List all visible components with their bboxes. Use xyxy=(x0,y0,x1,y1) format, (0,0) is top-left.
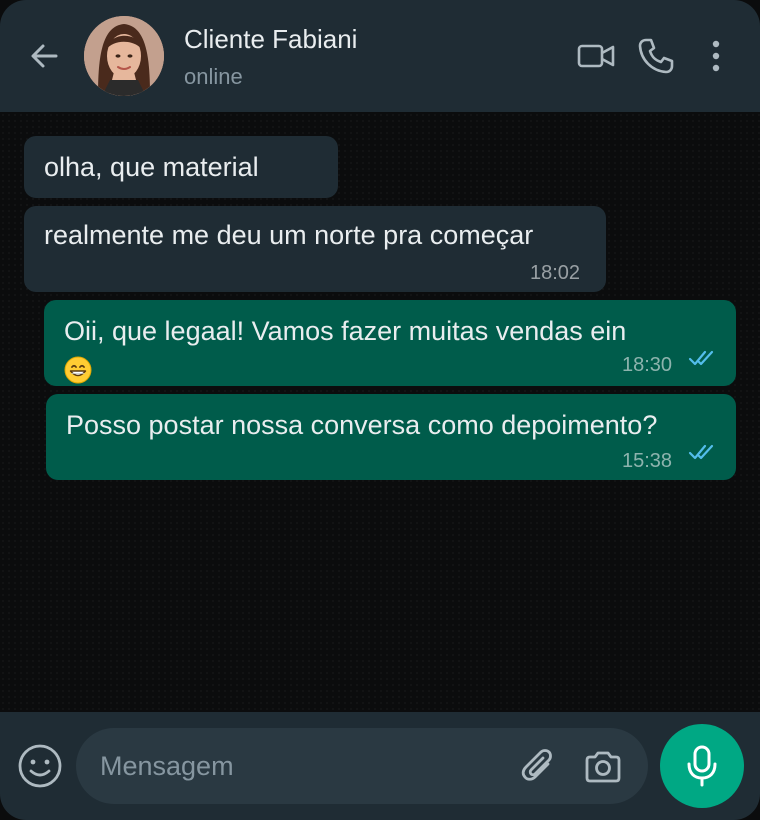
contact-status: online xyxy=(184,64,243,89)
emoji-picker-icon[interactable] xyxy=(16,742,64,790)
message-incoming[interactable]: olha, que material xyxy=(24,136,338,198)
message-input[interactable] xyxy=(100,746,510,786)
grinning-emoji-icon xyxy=(64,356,92,384)
message-time: 18:30 xyxy=(622,354,673,376)
message-text: realmente me deu um norte pra começar xyxy=(44,220,534,250)
message-time: 15:38 xyxy=(622,450,673,472)
message-text: olha, que material xyxy=(44,152,259,182)
message-input-container xyxy=(76,728,648,804)
microphone-icon xyxy=(687,745,717,787)
chat-header: Cliente Fabiani online xyxy=(0,0,760,112)
message-text: Oii, que legaal! Vamos fazer muitas vend… xyxy=(64,316,627,346)
chat-window: Cliente Fabiani online olha, que materia… xyxy=(0,0,760,820)
message-outgoing[interactable]: Posso postar nossa conversa como depoime… xyxy=(46,394,736,480)
message-time: 18:02 xyxy=(530,262,581,284)
voice-message-button[interactable] xyxy=(660,724,744,808)
contact-name[interactable]: Cliente Fabiani xyxy=(184,24,357,55)
read-receipt-icon xyxy=(688,350,714,366)
camera-icon[interactable] xyxy=(582,746,624,788)
read-receipt-icon xyxy=(688,444,714,460)
back-arrow-icon[interactable] xyxy=(26,38,62,74)
message-list[interactable]: olha, que material realmente me deu um n… xyxy=(0,112,760,712)
composer-bar xyxy=(0,712,760,820)
message-outgoing[interactable]: Oii, que legaal! Vamos fazer muitas vend… xyxy=(44,300,736,386)
message-incoming[interactable]: realmente me deu um norte pra começar 18… xyxy=(24,206,606,292)
attachment-icon[interactable] xyxy=(518,746,560,788)
more-options-icon[interactable] xyxy=(696,36,736,76)
message-text: Posso postar nossa conversa como depoime… xyxy=(66,410,658,440)
phone-call-icon[interactable] xyxy=(636,36,676,76)
contact-avatar[interactable] xyxy=(84,16,164,96)
avatar-photo xyxy=(84,16,164,96)
video-call-icon[interactable] xyxy=(576,36,616,76)
